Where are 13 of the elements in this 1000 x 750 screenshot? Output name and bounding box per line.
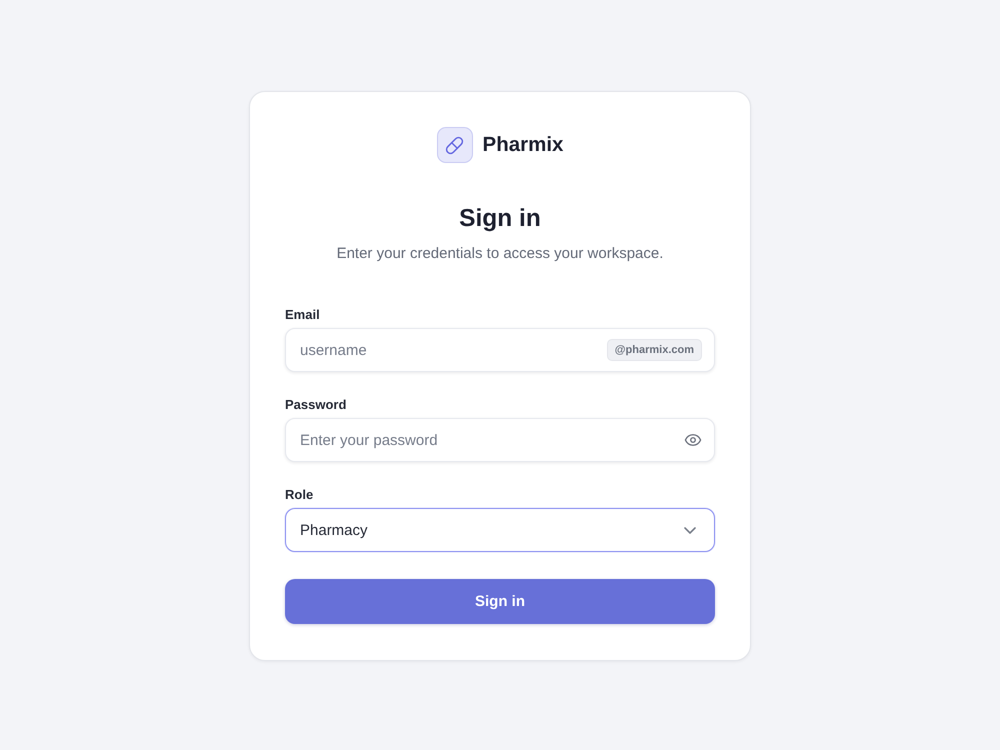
pill-icon — [436, 127, 473, 163]
password-field[interactable]: Enter your password — [285, 418, 715, 462]
page-subtitle: Enter your credentials to access your workspace. — [336, 244, 664, 264]
field-label: Email — [285, 307, 320, 323]
field-label: Role — [285, 487, 314, 503]
brand-name: Pharmix — [482, 133, 564, 157]
domain-suffix: @pharmix.com — [606, 339, 702, 361]
page-title: Sign in — [459, 204, 541, 234]
field-label: Password — [285, 397, 346, 413]
eye-icon[interactable] — [684, 431, 702, 449]
sign-in-button[interactable]: Sign in — [285, 579, 715, 624]
chevron-down-icon — [684, 526, 696, 534]
role-select[interactable]: Pharmacy — [285, 508, 715, 552]
